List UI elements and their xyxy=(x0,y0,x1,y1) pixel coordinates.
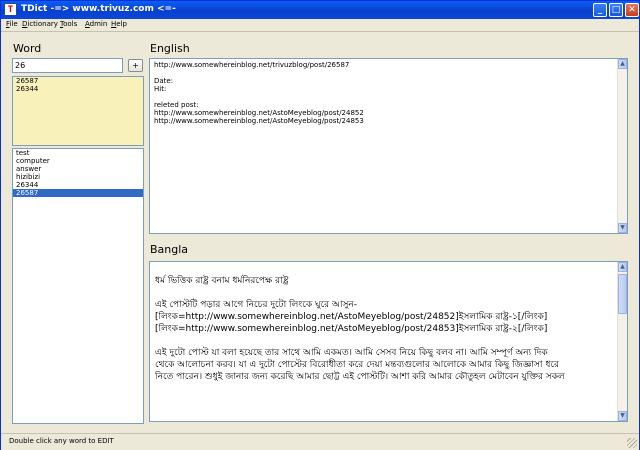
suggestion-list[interactable]: 26587 26344 xyxy=(12,76,144,146)
english-text-line: releted post: xyxy=(154,101,199,109)
bangla-text-line: [লিংক=http://www.somewhereinblog.net/Ast… xyxy=(155,324,548,334)
bangla-panel-title: Bangla xyxy=(150,243,189,256)
bangla-scrollbar[interactable]: ▲ ▼ xyxy=(617,262,627,421)
menu-admin[interactable]: Admin xyxy=(85,20,107,29)
word-list-item[interactable]: hizibizi xyxy=(13,173,143,181)
bangla-text-line: এই পোস্টটি পড়ার আগে নিচের দুটো লিংকে ঘু… xyxy=(155,300,358,310)
resize-grip-icon[interactable] xyxy=(627,438,637,448)
bangla-text-line xyxy=(150,335,617,347)
close-button[interactable]: ✕ xyxy=(625,3,639,17)
bangla-text-line xyxy=(150,263,617,275)
app-window: T TDict -=> www.trivuz.com <=- _ □ ✕ Fil… xyxy=(0,0,640,450)
window-title: TDict -=> www.trivuz.com <=- xyxy=(21,4,176,14)
english-panel-title: English xyxy=(150,42,190,55)
scroll-down-icon[interactable]: ▼ xyxy=(618,223,627,233)
status-text: Double click any word to EDIT xyxy=(9,437,114,445)
bangla-text-line: [লিংক=http://www.somewhereinblog.net/Ast… xyxy=(155,312,548,322)
menu-dictionary[interactable]: Dictionary xyxy=(22,20,58,29)
bangla-text-line: ধর্ম ভিত্তিক রাষ্ট্র বনাম ধর্মনিরপেক্ষ র… xyxy=(155,276,289,286)
menu-bar: File Dictionary Tools Admin Help xyxy=(1,19,639,31)
search-input[interactable]: 26 xyxy=(12,58,123,73)
english-text-line: Hit: xyxy=(154,85,167,93)
status-bar: Double click any word to EDIT xyxy=(1,433,639,450)
word-list-item[interactable]: computer xyxy=(13,157,143,165)
english-text-line xyxy=(150,93,627,101)
english-text-line: Date: xyxy=(154,77,174,85)
word-list-item-selected[interactable]: 26587 xyxy=(13,189,143,197)
word-list-item[interactable]: test xyxy=(13,149,143,157)
english-scrollbar[interactable]: ▲ ▼ xyxy=(617,59,627,233)
english-text-area[interactable]: http://www.somewhereinblog.net/trivuzblo… xyxy=(149,58,628,234)
bangla-text-line: এই দুটো পোস্ট যা বলা হয়েছে তার সাথে আমি… xyxy=(155,348,548,358)
title-bar[interactable]: T TDict -=> www.trivuz.com <=- _ □ ✕ xyxy=(1,1,639,19)
suggestion-item[interactable]: 26587 xyxy=(13,77,143,85)
word-list[interactable]: test computer answer hizibizi 26344 2658… xyxy=(12,148,144,424)
app-icon: T xyxy=(4,3,17,16)
word-list-item[interactable]: answer xyxy=(13,165,143,173)
bangla-text-area[interactable]: ধর্ম ভিত্তিক রাষ্ট্র বনাম ধর্মনিরপেক্ষ র… xyxy=(149,261,628,422)
maximize-button[interactable]: □ xyxy=(609,3,623,17)
english-text-line xyxy=(150,69,627,77)
scroll-down-icon[interactable]: ▼ xyxy=(618,411,627,421)
word-panel-title: Word xyxy=(13,42,42,55)
menu-tools[interactable]: Tools xyxy=(60,20,77,29)
bangla-text-line: নিতে পারেন। শুধুই জানার জন্য করেছি আমার … xyxy=(155,372,565,382)
english-text-line: http://www.somewhereinblog.net/AstoMeyeb… xyxy=(154,109,364,117)
suggestion-item[interactable]: 26344 xyxy=(13,85,143,93)
bangla-text-line: থেকে আলোচনা করব। যা এ দুটো পোস্টের বিরোধ… xyxy=(155,360,559,370)
menu-help[interactable]: Help xyxy=(111,20,127,29)
word-list-item[interactable]: 26344 xyxy=(13,181,143,189)
menu-file[interactable]: File xyxy=(6,20,18,29)
english-text-line: http://www.somewhereinblog.net/AstoMeyeb… xyxy=(154,117,364,125)
add-word-button[interactable]: + xyxy=(128,59,143,72)
scroll-thumb[interactable] xyxy=(618,274,627,314)
english-text-line: http://www.somewhereinblog.net/trivuzblo… xyxy=(154,61,350,69)
scroll-up-icon[interactable]: ▲ xyxy=(618,59,627,69)
menu-divider xyxy=(1,31,639,32)
minimize-button[interactable]: _ xyxy=(593,3,607,17)
bangla-text-line xyxy=(150,287,617,299)
scroll-up-icon[interactable]: ▲ xyxy=(618,262,627,272)
